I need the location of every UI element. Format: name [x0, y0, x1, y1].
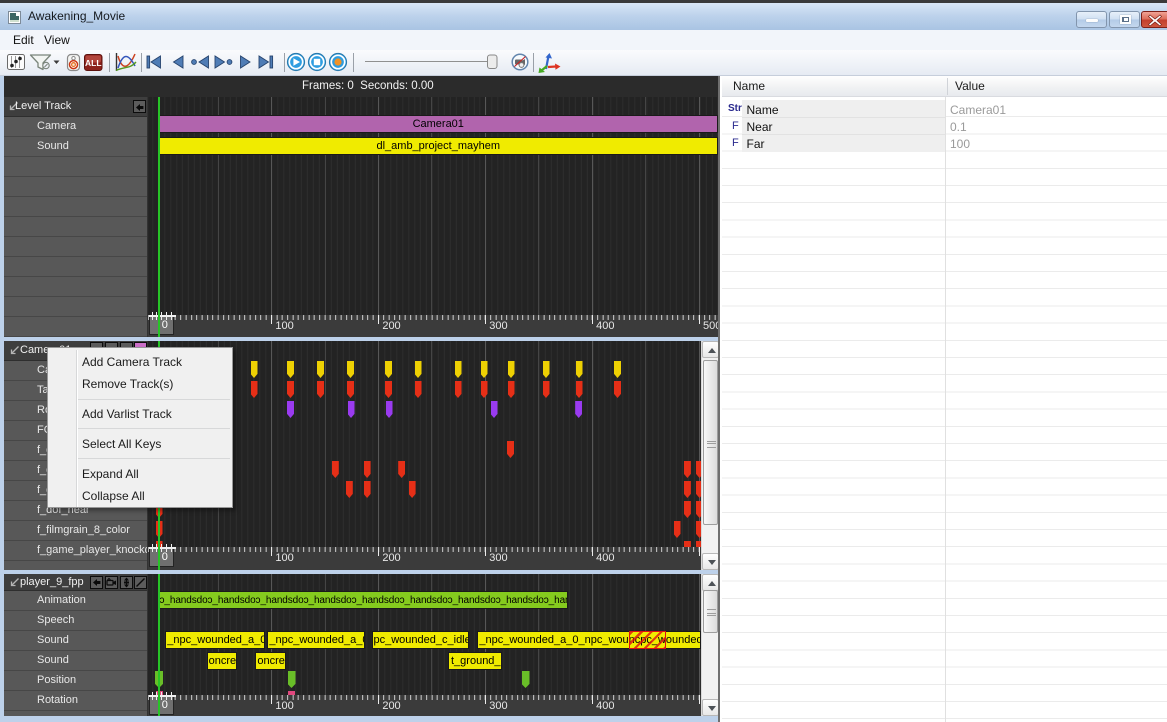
svg-text:ALL: ALL — [85, 58, 102, 68]
